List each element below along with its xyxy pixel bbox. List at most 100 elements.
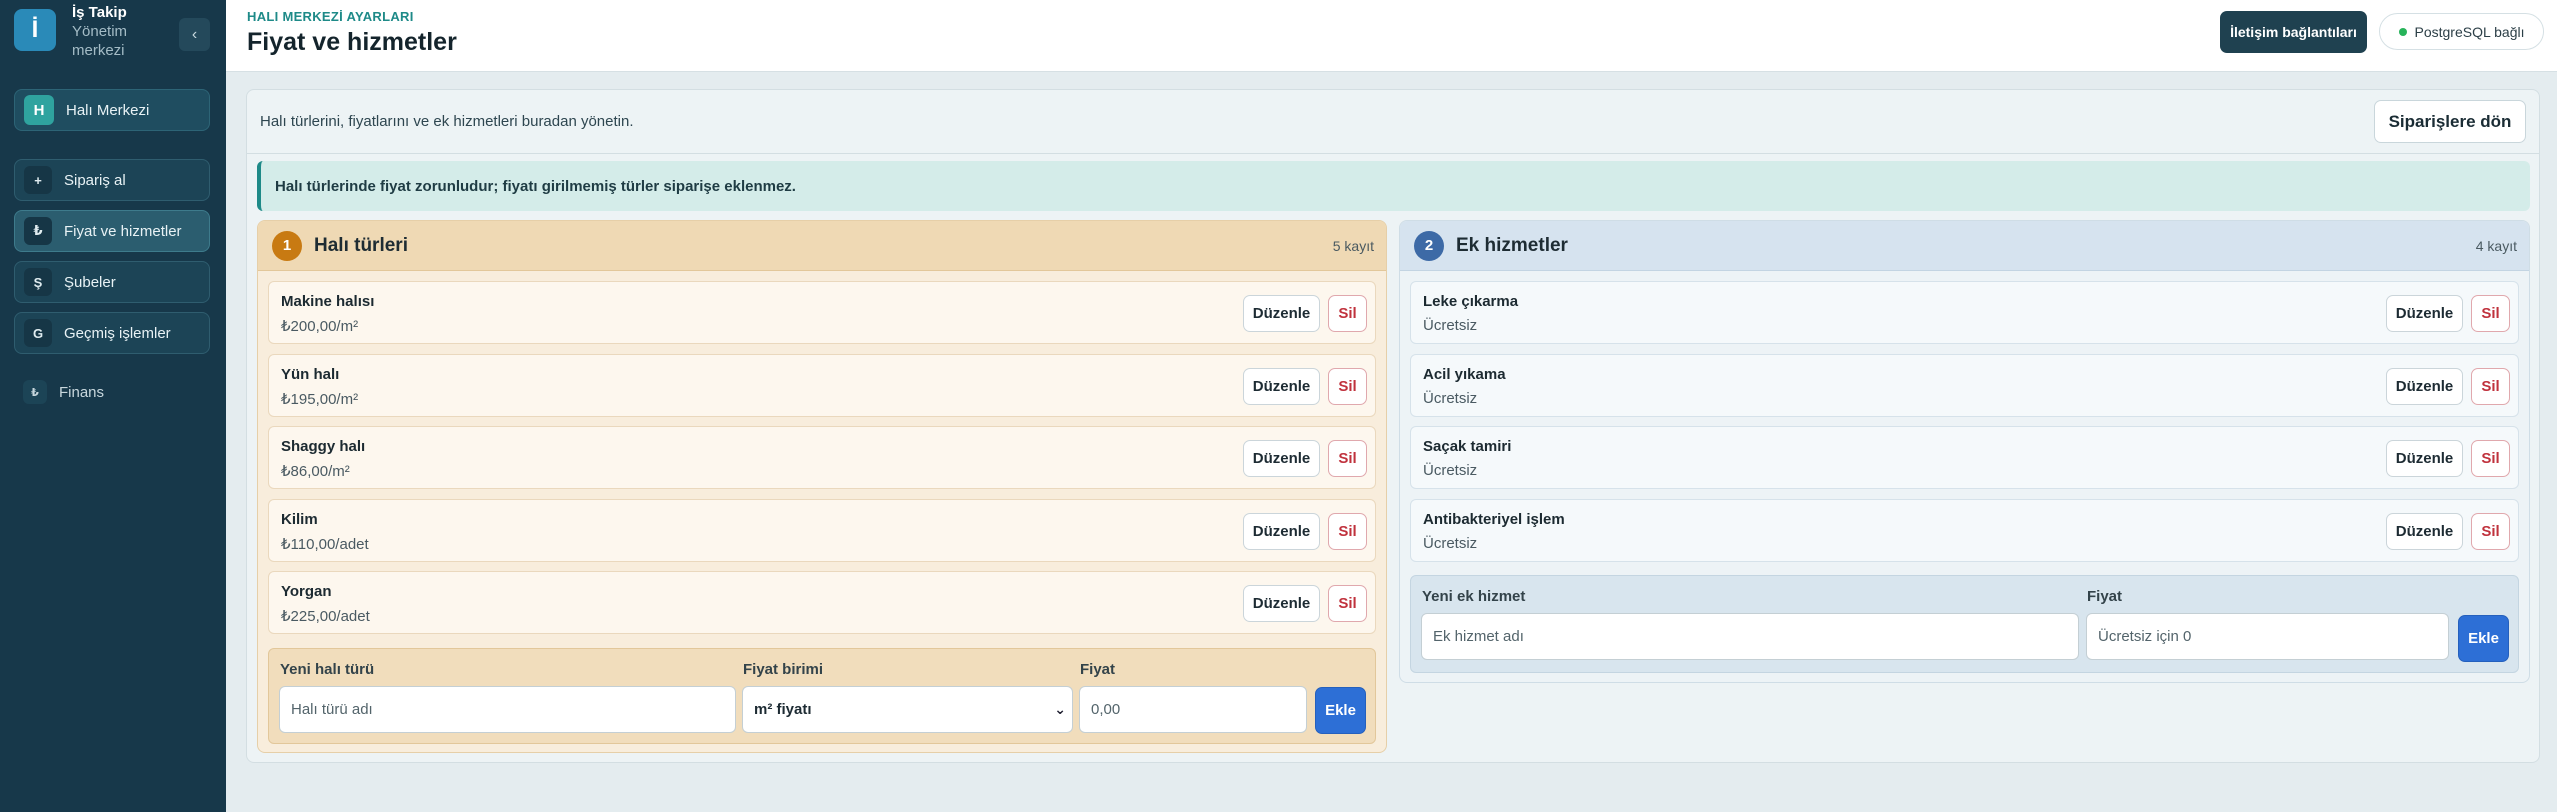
section-title: Halı türleri [314, 234, 408, 256]
history-icon: G [24, 319, 52, 347]
hali-merkezi-icon: H [24, 95, 54, 125]
sidebar-item-label: Fiyat ve hizmetler [64, 222, 182, 240]
lira-icon: ₺ [24, 217, 52, 245]
sidebar-item-finans[interactable]: ₺ Finans [14, 371, 210, 413]
rug-price-label: Fiyat [1080, 661, 1116, 678]
delete-button[interactable]: Sil [2471, 368, 2510, 405]
panel-header: Halı türlerini, fiyatlarını ve ek hizmet… [247, 90, 2539, 154]
edit-button[interactable]: Düzenle [1243, 440, 1320, 477]
brand: İ İş Takip Yönetim merkezi [14, 4, 142, 60]
add-rug-button[interactable]: Ekle [1315, 687, 1366, 734]
edit-button[interactable]: Düzenle [2386, 295, 2463, 332]
list-item: Yün halı ₺195,00/m² Düzenle Sil [268, 354, 1376, 417]
item-price: ₺195,00/m² [281, 391, 359, 408]
item-price: Ücretsiz [1423, 390, 1478, 407]
panel-description: Halı türlerini, fiyatlarını ve ek hizmet… [260, 113, 634, 130]
brand-text: İş Takip Yönetim merkezi [72, 4, 142, 60]
edit-button[interactable]: Düzenle [1243, 368, 1320, 405]
branch-icon: Ş [24, 268, 52, 296]
record-count: 4 kayıt [2475, 238, 2517, 254]
rug-price-input[interactable]: 0,00 [1079, 686, 1307, 733]
edit-button[interactable]: Düzenle [1243, 585, 1320, 622]
delete-button[interactable]: Sil [1328, 585, 1367, 622]
rug-types-header: 1 Halı türleri 5 kayıt [258, 221, 1386, 271]
list-item: Acil yıkama Ücretsiz Düzenle Sil [1410, 354, 2519, 417]
sidebar-item-label: Sipariş al [64, 171, 126, 189]
delete-button[interactable]: Sil [2471, 440, 2510, 477]
delete-button[interactable]: Sil [2471, 513, 2510, 550]
db-status-text: PostgreSQL bağlı [2414, 23, 2525, 40]
rug-name-label: Yeni halı türü [280, 661, 375, 678]
list-item: Makine halısı ₺200,00/m² Düzenle Sil [268, 281, 1376, 344]
price-unit-value: m² fiyatı [754, 701, 812, 718]
item-price: ₺86,00/m² [281, 463, 350, 480]
edit-button[interactable]: Düzenle [2386, 513, 2463, 550]
delete-button[interactable]: Sil [1328, 368, 1367, 405]
sidebar-collapse-button[interactable]: ‹ [179, 18, 210, 51]
item-name: Kilim [281, 511, 318, 528]
db-status-badge: PostgreSQL bağlı [2379, 13, 2544, 50]
list-item: Antibakteriyel işlem Ücretsiz Düzenle Si… [1410, 499, 2519, 562]
price-unit-select[interactable]: m² fiyatı ⌄ [742, 686, 1073, 733]
edit-button[interactable]: Düzenle [1243, 295, 1320, 332]
item-name: Antibakteriyel işlem [1423, 511, 1565, 528]
sidebar-item-label: Şubeler [64, 273, 116, 291]
app-subtitle: Yönetim merkezi [72, 23, 128, 59]
list-item: Kilim ₺110,00/adet Düzenle Sil [268, 499, 1376, 562]
sidebar: İ İş Takip Yönetim merkezi ‹ H Halı Merk… [0, 0, 226, 812]
sidebar-item-subeler[interactable]: Ş Şubeler [14, 261, 210, 303]
new-rug-form: Yeni halı türü Halı türü adı Fiyat birim… [268, 648, 1376, 744]
page-eyebrow: HALI MERKEZİ AYARLARI [247, 9, 414, 24]
delete-button[interactable]: Sil [2471, 295, 2510, 332]
add-service-button[interactable]: Ekle [2458, 615, 2509, 662]
record-count: 5 kayıt [1332, 238, 1374, 254]
sidebar-item-label: Finans [59, 383, 105, 401]
service-price-label: Fiyat [2087, 588, 2123, 605]
item-price: ₺200,00/m² [281, 318, 359, 335]
section-title: Ek hizmetler [1456, 234, 1568, 256]
service-price-input[interactable]: Ücretsiz için 0 [2086, 613, 2449, 660]
item-name: Shaggy halı [281, 438, 366, 455]
connections-button[interactable]: İletişim bağlantıları [2220, 11, 2367, 53]
item-price: ₺110,00/adet [281, 536, 369, 553]
rug-name-input[interactable]: Halı türü adı [279, 686, 736, 733]
edit-button[interactable]: Düzenle [2386, 368, 2463, 405]
price-unit-label: Fiyat birimi [743, 661, 824, 678]
delete-button[interactable]: Sil [1328, 513, 1367, 550]
delete-button[interactable]: Sil [1328, 440, 1367, 477]
sidebar-item-label: Halı Merkezi [66, 101, 150, 119]
service-name-input[interactable]: Ek hizmet adı [1421, 613, 2079, 660]
item-name: Makine halısı [281, 293, 375, 310]
item-name: Leke çıkarma [1423, 293, 1519, 310]
extra-services-section: 2 Ek hizmetler 4 kayıt Leke çıkarma Ücre… [1399, 220, 2530, 683]
service-name-label: Yeni ek hizmet [1422, 588, 1526, 605]
list-item: Leke çıkarma Ücretsiz Düzenle Sil [1410, 281, 2519, 344]
sidebar-item-siparis-al[interactable]: + Sipariş al [14, 159, 210, 201]
item-price: Ücretsiz [1423, 462, 1478, 479]
status-dot-icon [2398, 27, 2407, 36]
section-number-badge: 1 [272, 230, 302, 261]
section-number-badge: 2 [1414, 230, 1444, 261]
chevron-down-icon: ⌄ [1054, 701, 1066, 717]
app-title: İş Takip [72, 4, 127, 21]
new-service-form: Yeni ek hizmet Ek hizmet adı Fiyat Ücret… [1410, 575, 2519, 673]
back-to-orders-button[interactable]: Siparişlere dön [2374, 100, 2526, 143]
sidebar-item-hali-merkezi[interactable]: H Halı Merkezi [14, 89, 210, 131]
list-item: Saçak tamiri Ücretsiz Düzenle Sil [1410, 426, 2519, 489]
item-price: Ücretsiz [1423, 317, 1478, 334]
list-item: Yorgan ₺225,00/adet Düzenle Sil [268, 571, 1376, 634]
settings-panel: Halı türlerini, fiyatlarını ve ek hizmet… [246, 89, 2540, 763]
edit-button[interactable]: Düzenle [1243, 513, 1320, 550]
lira-icon: ₺ [23, 380, 47, 404]
item-name: Yorgan [281, 583, 332, 600]
sidebar-item-gecmis-islemler[interactable]: G Geçmiş işlemler [14, 312, 210, 354]
rug-types-section: 1 Halı türleri 5 kayıt Makine halısı ₺20… [257, 220, 1387, 753]
delete-button[interactable]: Sil [1328, 295, 1367, 332]
sidebar-item-fiyat-ve-hizmetler[interactable]: ₺ Fiyat ve hizmetler [14, 210, 210, 252]
item-name: Acil yıkama [1423, 366, 1506, 383]
info-notice: Halı türlerinde fiyat zorunludur; fiyatı… [257, 161, 2530, 211]
item-name: Saçak tamiri [1423, 438, 1512, 455]
edit-button[interactable]: Düzenle [2386, 440, 2463, 477]
topbar: HALI MERKEZİ AYARLARI Fiyat ve hizmetler… [226, 0, 2557, 72]
extra-services-header: 2 Ek hizmetler 4 kayıt [1400, 221, 2529, 271]
